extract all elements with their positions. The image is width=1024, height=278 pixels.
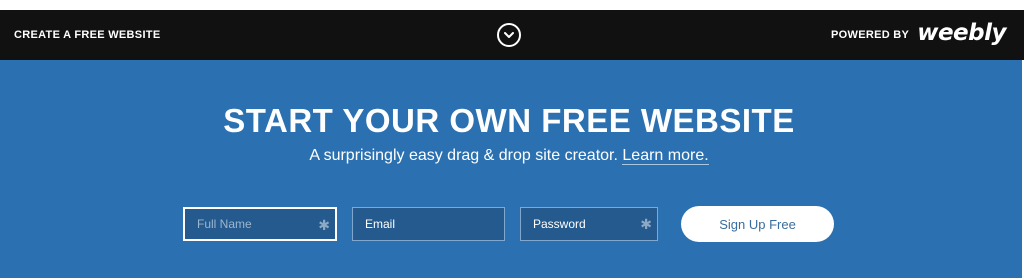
hero-title: START YOUR OWN FREE WEBSITE xyxy=(223,102,795,139)
powered-by-label: POWERED BY xyxy=(831,29,910,41)
password-field[interactable]: ✱ xyxy=(520,207,658,241)
chevron-down-icon xyxy=(504,31,514,38)
email-field[interactable] xyxy=(352,207,505,241)
email-input[interactable] xyxy=(353,208,504,240)
powered-by: POWERED BY weebly xyxy=(831,18,1006,52)
create-website-link[interactable]: CREATE A FREE WEBSITE xyxy=(14,29,160,41)
hero-section: START YOUR OWN FREE WEBSITE A surprising… xyxy=(0,60,1024,278)
required-asterisk-icon: ✱ xyxy=(318,217,330,233)
expand-toggle-button[interactable] xyxy=(497,23,521,47)
sign-up-button[interactable]: Sign Up Free xyxy=(681,206,834,242)
full-name-input[interactable] xyxy=(185,209,335,239)
page: CREATE A FREE WEBSITE POWERED BY weebly … xyxy=(0,0,1024,278)
required-asterisk-icon: ✱ xyxy=(640,216,652,232)
full-name-field[interactable]: ✱ xyxy=(183,207,337,241)
hero-subtitle: A surprisingly easy drag & drop site cre… xyxy=(0,147,1018,165)
top-bar: CREATE A FREE WEBSITE POWERED BY weebly xyxy=(0,10,1024,60)
password-input[interactable] xyxy=(521,208,657,240)
weebly-logo[interactable]: weebly xyxy=(917,22,1006,48)
top-strip xyxy=(0,0,1024,10)
learn-more-link[interactable]: Learn more. xyxy=(622,147,709,165)
hero-subtitle-text: A surprisingly easy drag & drop site cre… xyxy=(309,147,618,164)
